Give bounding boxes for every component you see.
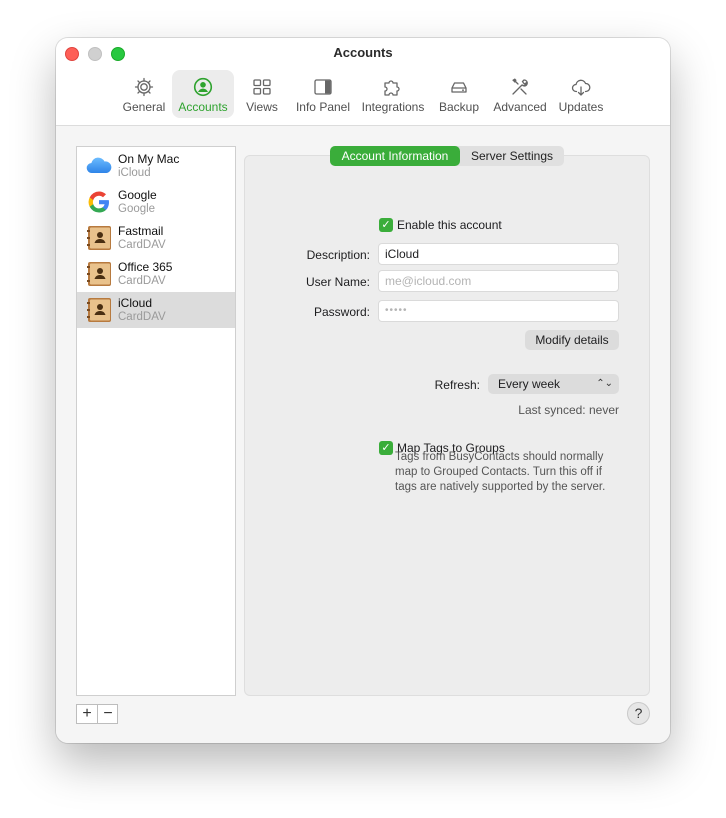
map-tags-note: Tags from BusyContacts should normally m… [395,451,606,493]
preferences-window: Accounts General Accounts Views Info Pan… [56,38,670,743]
toolbar-label: Backup [438,100,480,114]
google-icon [88,191,109,213]
toolbar-label: Info Panel [295,100,351,114]
username-field[interactable]: me@icloud.com [378,270,619,292]
settings-tabs: Account Information Server Settings [330,146,564,166]
account-name: Google [118,188,157,202]
enable-account-checkbox[interactable]: ✓ [379,218,393,232]
window-title: Accounts [333,45,393,60]
tab-account-information[interactable]: Account Information [330,146,460,166]
accounts-list[interactable]: On My Mac iCloud Google Google Fastmail … [76,146,236,696]
account-type: iCloud [118,167,151,179]
address-book-icon [87,262,111,286]
remove-account-button[interactable]: − [98,705,118,723]
password-label: Password: [313,305,370,319]
enable-account-label: Enable this account [397,218,502,232]
refresh-label: Refresh: [434,378,480,392]
help-button[interactable]: ? [627,702,650,725]
chevron-updown-icon: ⌃⌄ [596,378,613,389]
toolbar-advanced[interactable]: Advanced [490,70,550,118]
description-label: Description: [306,248,370,262]
map-tags-checkbox[interactable]: ✓ [379,441,393,455]
account-name: Office 365 [118,260,173,274]
toolbar-label: Advanced [493,100,547,114]
toolbar-label: Updates [558,100,604,114]
add-account-button[interactable]: + [77,705,97,723]
grid-icon [253,79,271,95]
toolbar-updates[interactable]: Updates [556,70,606,118]
account-item-icloud[interactable]: iCloud CardDAV [77,292,235,328]
puzzle-icon [384,80,400,96]
account-item-office-365[interactable]: Office 365 CardDAV [77,256,235,292]
account-settings-panel [244,155,650,696]
account-type: Google [118,203,156,215]
toolbar-info-panel[interactable]: Info Panel [292,70,354,118]
add-remove-control: + − [76,704,118,724]
tools-icon [512,78,528,95]
modify-details-button[interactable]: Modify details [525,330,619,350]
toolbar-integrations[interactable]: Integrations [360,70,426,118]
description-field[interactable]: iCloud [378,243,619,265]
account-type: CardDAV [118,239,166,251]
toolbar-accounts[interactable]: Accounts [172,70,234,118]
toolbar-label: Views [246,100,278,114]
username-label: User Name: [305,275,370,289]
drive-icon [451,82,467,93]
account-type: CardDAV [118,311,166,323]
content-area: On My Mac iCloud Google Google Fastmail … [56,126,670,743]
toolbar-general[interactable]: General [120,70,168,118]
account-item-google[interactable]: Google Google [77,184,235,220]
account-name: iCloud [118,296,153,310]
toolbar-views[interactable]: Views [240,70,284,118]
toolbar-label: Integrations [361,100,425,114]
refresh-popup[interactable]: Every week ⌃⌄ [488,374,619,394]
account-type: CardDAV [118,275,166,287]
password-field[interactable]: ••••• [378,300,619,322]
icloud-icon [86,157,112,174]
last-synced-text: Last synced: never [518,403,619,417]
titlebar: Accounts General Accounts Views Info Pan… [56,38,670,126]
tab-server-settings[interactable]: Server Settings [460,146,564,166]
cloud-download-icon [571,79,591,96]
toolbar-label: Accounts [178,100,228,114]
toolbar-backup[interactable]: Backup [436,70,482,118]
account-name: Fastmail [118,224,164,238]
toolbar-label: General [122,100,166,114]
address-book-icon [87,298,111,322]
account-name: On My Mac [118,152,180,166]
person-circle-icon [193,77,213,97]
account-item-on-my-mac[interactable]: On My Mac iCloud [77,148,235,184]
gear-icon [134,77,154,97]
address-book-icon [87,226,111,250]
refresh-value: Every week [498,377,561,391]
sidebar-panel-icon [314,79,332,95]
account-item-fastmail[interactable]: Fastmail CardDAV [77,220,235,256]
